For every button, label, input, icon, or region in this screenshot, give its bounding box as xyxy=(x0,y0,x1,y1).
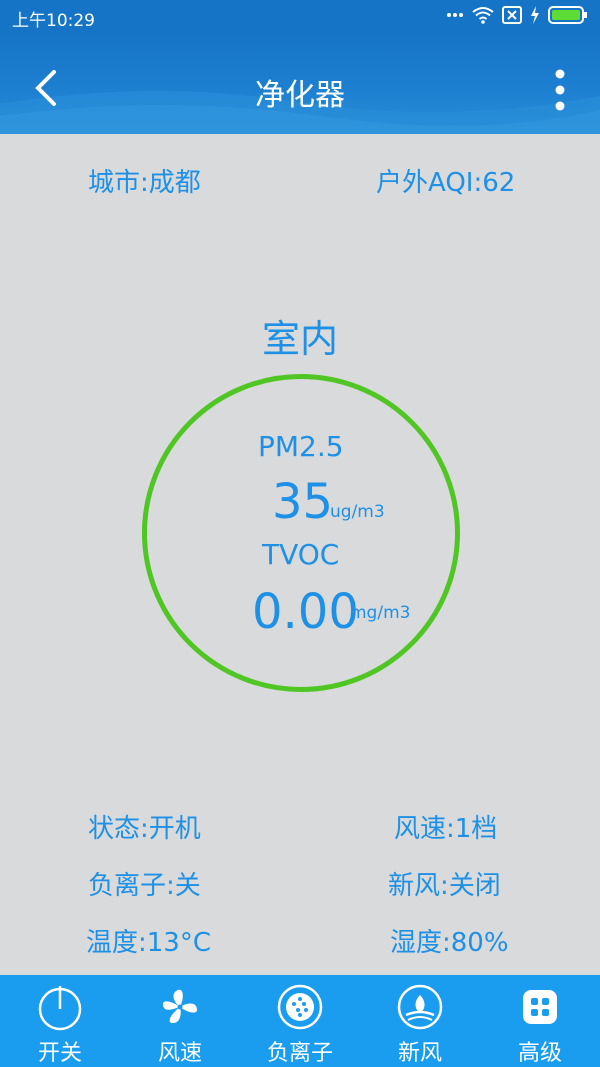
tab-power[interactable]: 开关 xyxy=(0,975,120,1067)
tab-anion-label: 负离子 xyxy=(266,1041,333,1066)
pm25-label: PM2.5 xyxy=(258,430,344,463)
tvoc-label: TVOC xyxy=(262,538,340,571)
fan-speed-status: 风速:1档 xyxy=(394,814,498,844)
anion-status: 负离子:关 xyxy=(88,871,201,901)
city-label: 城市:成都 xyxy=(88,168,201,198)
device-state: 状态:开机 xyxy=(88,814,201,844)
more-menu-button[interactable] xyxy=(550,68,570,112)
tab-advanced[interactable]: 高级 xyxy=(480,975,600,1067)
tab-fresh-air[interactable]: 新风 xyxy=(360,975,480,1067)
charging-icon xyxy=(531,6,539,24)
outdoor-aqi-label: 户外AQI:62 xyxy=(376,168,516,198)
tab-power-label: 开关 xyxy=(37,1041,82,1066)
tab-anion[interactable]: 负离子 xyxy=(240,975,360,1067)
status-time: 上午10:29 xyxy=(12,11,95,31)
status-bar: 上午10:29 xyxy=(0,0,600,32)
page-title: 净化器 xyxy=(255,78,345,113)
fresh-air-icon xyxy=(397,984,443,1030)
sim-off-icon xyxy=(502,6,522,24)
fresh-air-status: 新风:关闭 xyxy=(388,871,501,901)
tab-fan-speed[interactable]: 风速 xyxy=(120,975,240,1067)
app-bar: 净化器 xyxy=(0,32,600,134)
bottom-tab-bar: 开关 风速 负离子 新风 高级 xyxy=(0,975,600,1067)
more-dots-icon xyxy=(447,13,463,17)
tab-advanced-label: 高级 xyxy=(517,1041,562,1066)
tab-fresh-air-label: 新风 xyxy=(397,1041,442,1066)
grid-icon xyxy=(523,990,557,1024)
anion-icon xyxy=(277,984,323,1030)
pm25-unit: ug/m3 xyxy=(330,502,385,522)
humidity-status: 湿度:80% xyxy=(390,928,509,958)
battery-icon xyxy=(548,6,587,24)
temperature-status: 温度:13°C xyxy=(86,928,211,958)
fan-icon xyxy=(162,989,198,1024)
power-icon xyxy=(38,986,82,1031)
pm25-value: 35 xyxy=(272,474,334,530)
indoor-title: 室内 xyxy=(261,317,338,361)
tvoc-value: 0.00 xyxy=(252,584,359,640)
more-vertical-icon xyxy=(555,69,565,111)
tvoc-unit: mg/m3 xyxy=(350,603,411,623)
wifi-icon xyxy=(472,7,494,24)
air-quality-ring xyxy=(142,374,460,692)
tab-fan-speed-label: 风速 xyxy=(157,1041,202,1066)
status-icons xyxy=(446,6,588,24)
